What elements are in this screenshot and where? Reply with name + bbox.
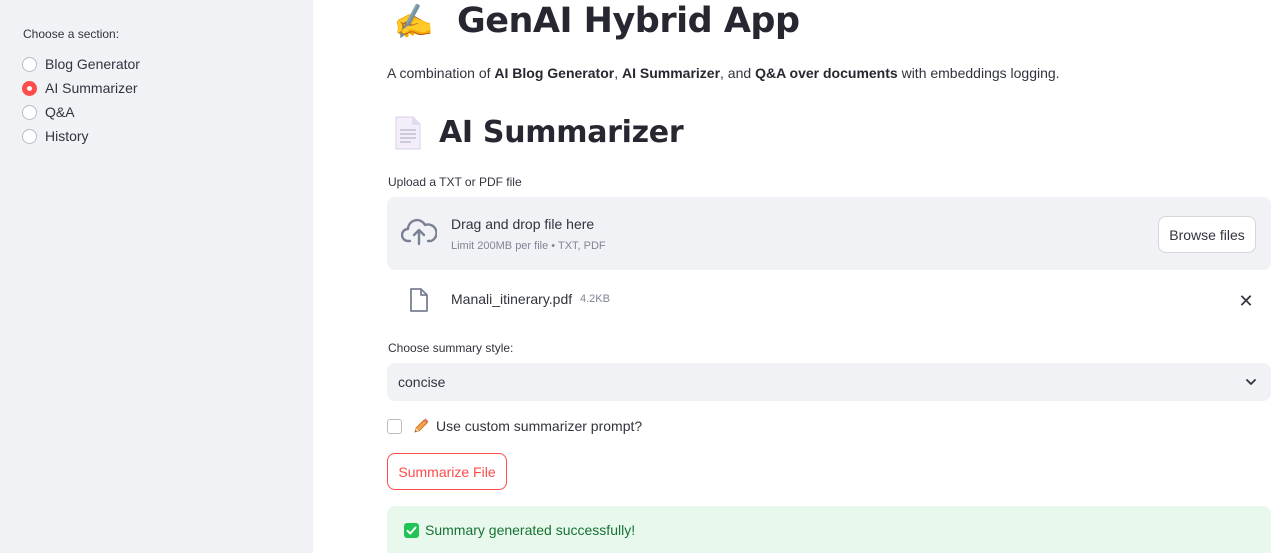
custom-prompt-checkbox[interactable] bbox=[387, 418, 402, 434]
radio-history[interactable]: History bbox=[22, 124, 140, 148]
uploaded-file-item: Manali_itinerary.pdf 4.2KB ✕ bbox=[387, 283, 1271, 319]
cloud-upload-icon bbox=[400, 217, 438, 252]
page-title: GenAI Hybrid App bbox=[457, 1, 800, 41]
uploader-label: Upload a TXT or PDF file bbox=[388, 175, 522, 189]
radio-label: AI Summarizer bbox=[45, 80, 138, 96]
sidebar: Choose a section: Blog Generator AI Summ… bbox=[0, 0, 313, 553]
radio-label: Blog Generator bbox=[45, 56, 140, 72]
section-header: AI Summarizer bbox=[395, 115, 684, 150]
dropzone-title: Drag and drop file here bbox=[451, 216, 595, 232]
file-name: Manali_itinerary.pdf bbox=[451, 291, 573, 307]
radio-button[interactable] bbox=[22, 104, 37, 120]
close-icon[interactable]: ✕ bbox=[1236, 291, 1256, 311]
section-title: AI Summarizer bbox=[439, 115, 684, 150]
section-radio-group: Blog Generator AI Summarizer Q&A History bbox=[22, 52, 140, 148]
file-size: 4.2KB bbox=[580, 293, 610, 305]
app-header: ✍️ GenAI Hybrid App bbox=[390, 1, 800, 43]
radio-button[interactable] bbox=[22, 56, 37, 72]
pencil-icon bbox=[412, 417, 430, 435]
page-icon bbox=[395, 116, 421, 150]
check-mark-icon bbox=[404, 523, 419, 538]
select-value: concise bbox=[398, 374, 446, 390]
success-message: Summary generated successfully! bbox=[425, 522, 636, 538]
summary-style-label: Choose summary style: bbox=[388, 341, 514, 355]
radio-button-selected[interactable] bbox=[22, 80, 37, 96]
radio-label: Q&A bbox=[45, 104, 75, 120]
browse-files-button[interactable]: Browse files bbox=[1158, 216, 1256, 253]
custom-prompt-label: Use custom summarizer prompt? bbox=[436, 418, 643, 434]
summarize-file-button[interactable]: Summarize File bbox=[387, 453, 507, 490]
summary-style-select[interactable]: concise bbox=[387, 363, 1271, 401]
radio-button[interactable] bbox=[22, 128, 37, 144]
success-alert: Summary generated successfully! bbox=[387, 506, 1271, 553]
radio-label: History bbox=[45, 128, 89, 144]
dropzone-hint: Limit 200MB per file • TXT, PDF bbox=[451, 240, 606, 252]
custom-prompt-toggle[interactable]: Use custom summarizer prompt? bbox=[387, 417, 642, 435]
section-selector-label: Choose a section: bbox=[23, 27, 120, 41]
radio-qa[interactable]: Q&A bbox=[22, 100, 140, 124]
radio-blog-generator[interactable]: Blog Generator bbox=[22, 52, 140, 76]
writing-hand-icon: ✍️ bbox=[390, 1, 436, 43]
main-content: ✍️ GenAI Hybrid App A combination of AI … bbox=[313, 0, 1280, 553]
file-icon bbox=[409, 288, 429, 317]
radio-ai-summarizer[interactable]: AI Summarizer bbox=[22, 76, 140, 100]
app-description: A combination of AI Blog Generator, AI S… bbox=[387, 65, 1060, 81]
chevron-down-icon bbox=[1245, 375, 1257, 393]
file-dropzone[interactable]: Drag and drop file here Limit 200MB per … bbox=[387, 197, 1271, 270]
